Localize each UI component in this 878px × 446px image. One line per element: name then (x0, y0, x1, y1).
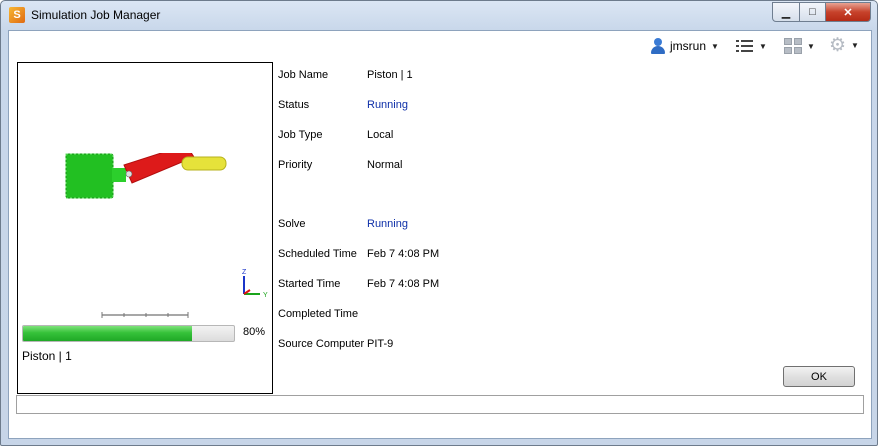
solve-value: Running (367, 218, 408, 230)
client-area: jmsrun ▼ ▼ ▼ ⚙ ▼ Z Y 80% Piston | 1 Job … (8, 30, 872, 439)
job-name-value: Piston | 1 (367, 69, 413, 81)
job-type-value: Local (367, 129, 394, 141)
title-bar[interactable]: S Simulation Job Manager ▁ □ ✕ (1, 1, 877, 30)
axis-triad: Z Y (242, 269, 268, 298)
close-button[interactable]: ✕ (826, 2, 871, 22)
user-icon (650, 37, 666, 55)
window-title: Simulation Job Manager (31, 8, 161, 22)
settings-menu[interactable]: ⚙ ▼ (829, 36, 859, 55)
chevron-down-icon: ▼ (807, 41, 815, 51)
maximize-button[interactable]: □ (800, 2, 826, 22)
user-menu[interactable]: jmsrun ▼ (650, 37, 719, 55)
progress-percent-label: 80% (243, 326, 266, 338)
detail-label: Priority (278, 159, 313, 171)
progress-bar (22, 325, 235, 342)
minimize-button[interactable]: ▁ (772, 2, 800, 22)
layout-icon (784, 38, 802, 54)
detail-label: Started Time (278, 278, 341, 290)
detail-label: Solve (278, 218, 306, 230)
started-time-value: Feb 7 4:08 PM (367, 278, 440, 290)
piston-model-image (65, 153, 227, 199)
detail-label: Job Type (278, 129, 323, 141)
axis-z-label: Z (242, 269, 247, 276)
axis-y-label: Y (263, 292, 268, 298)
status-value: Running (367, 99, 408, 111)
toolbar: jmsrun ▼ ▼ ▼ ⚙ ▼ (9, 31, 871, 61)
list-view-icon (736, 39, 754, 53)
chevron-down-icon: ▼ (759, 41, 767, 51)
list-view-menu[interactable]: ▼ (736, 39, 767, 53)
app-logo-icon: S (9, 7, 25, 23)
scale-bar (101, 312, 189, 318)
ok-button[interactable]: OK (783, 366, 855, 387)
detail-label: Job Name (278, 69, 329, 81)
chevron-down-icon: ▼ (711, 41, 719, 51)
scheduled-time-value: Feb 7 4:08 PM (367, 248, 440, 260)
app-window: S Simulation Job Manager ▁ □ ✕ jmsrun ▼ … (0, 0, 878, 446)
detail-label: Status (278, 99, 310, 111)
job-preview-panel: Z Y 80% Piston | 1 (17, 62, 273, 394)
progress-bar-fill (23, 326, 192, 341)
username-label: jmsrun (670, 39, 707, 53)
detail-label: Completed Time (278, 308, 359, 320)
detail-label: Source Computer (278, 338, 365, 350)
source-computer-value: PIT-9 (367, 338, 394, 350)
window-controls: ▁ □ ✕ (772, 2, 871, 22)
preview-job-name: Piston | 1 (22, 349, 72, 363)
gear-icon: ⚙ (829, 35, 847, 56)
status-bar (16, 395, 864, 414)
priority-value: Normal (367, 159, 403, 171)
layout-menu[interactable]: ▼ (784, 38, 815, 54)
detail-label: Scheduled Time (278, 248, 357, 260)
chevron-down-icon: ▼ (851, 41, 859, 50)
